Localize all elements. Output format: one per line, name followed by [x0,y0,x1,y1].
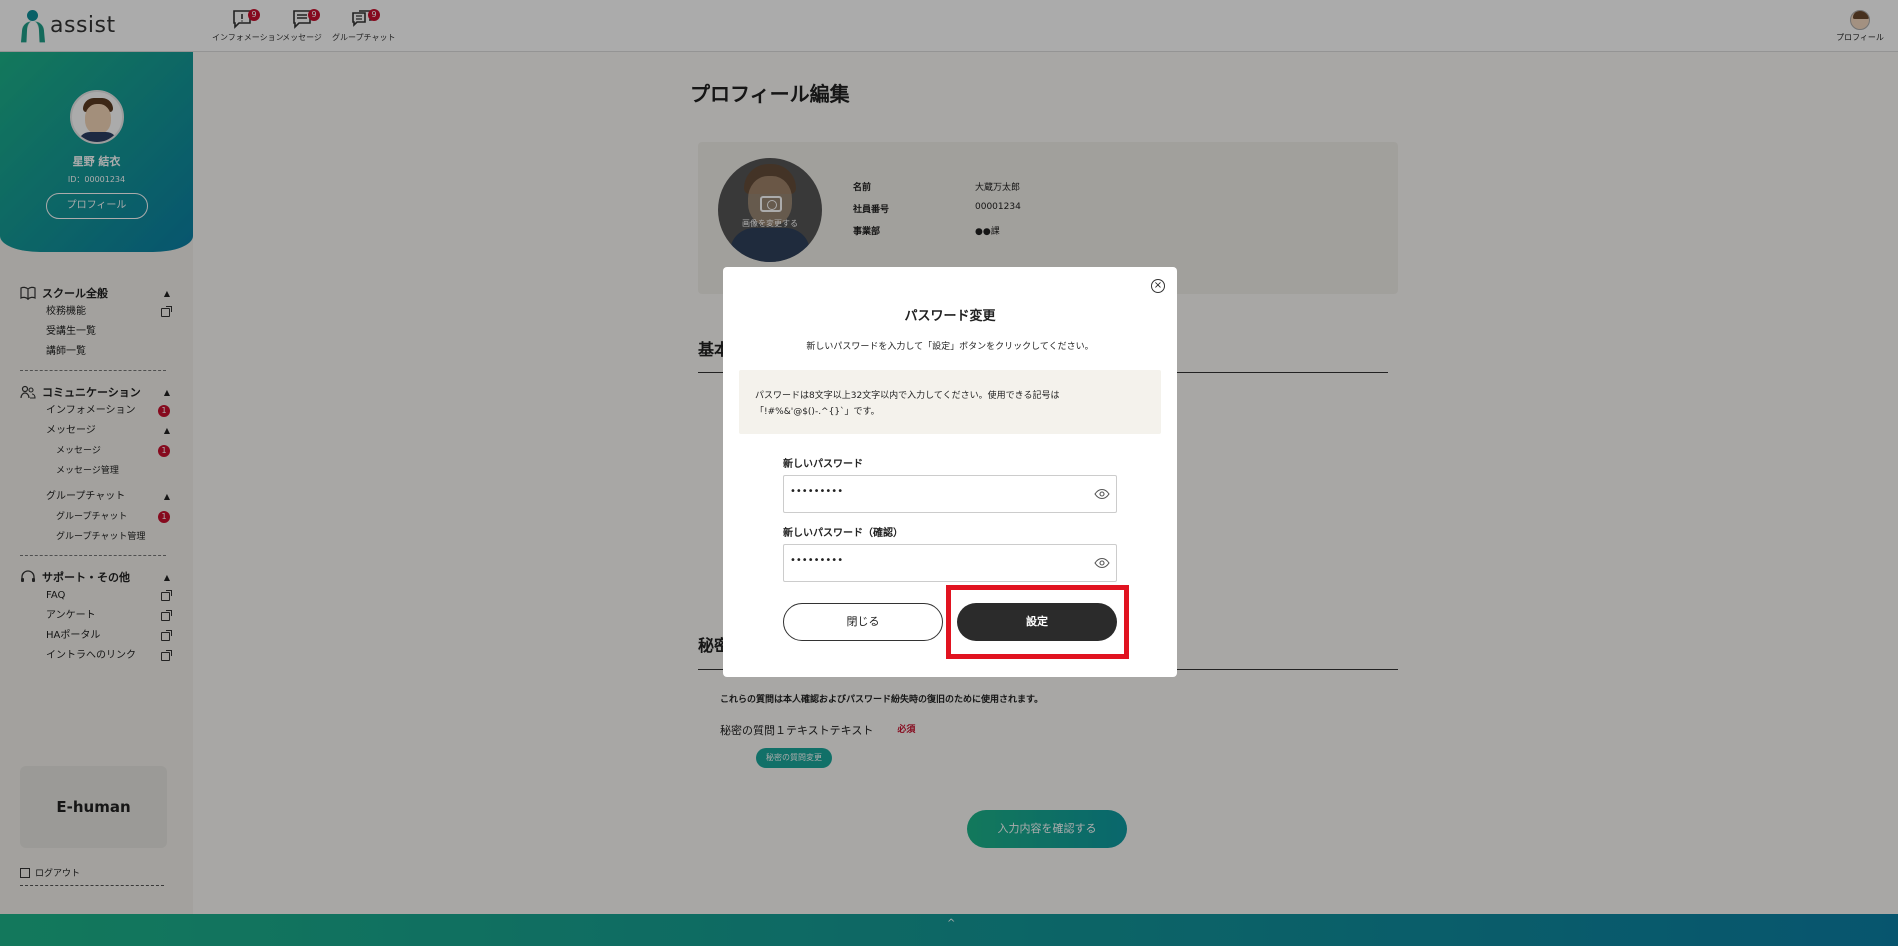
eye-icon[interactable] [1094,557,1110,569]
modal-description: 新しいパスワードを入力して「設定」ボタンをクリックしてください。 [806,342,1094,352]
new-password-label: 新しいパスワード [783,459,863,470]
set-password-button[interactable]: 設定 [957,603,1117,641]
password-rule-info: パスワードは8文字以上32文字以内で入力してください。使用できる記号は「!#%&… [739,370,1161,434]
new-password-input[interactable]: ••••••••• [783,475,1117,513]
password-change-modal: × パスワード変更 新しいパスワードを入力して「設定」ボタンをクリックしてくださ… [723,267,1177,677]
confirm-password-label: 新しいパスワード（確認） [783,528,903,539]
new-password-value: ••••••••• [790,486,844,497]
close-icon[interactable]: × [1151,279,1165,293]
confirm-password-value: ••••••••• [790,555,844,566]
modal-close-button[interactable]: 閉じる [783,603,943,641]
confirm-password-input[interactable]: ••••••••• [783,544,1117,582]
modal-title: パスワード変更 [904,309,996,324]
eye-icon[interactable] [1094,488,1110,500]
